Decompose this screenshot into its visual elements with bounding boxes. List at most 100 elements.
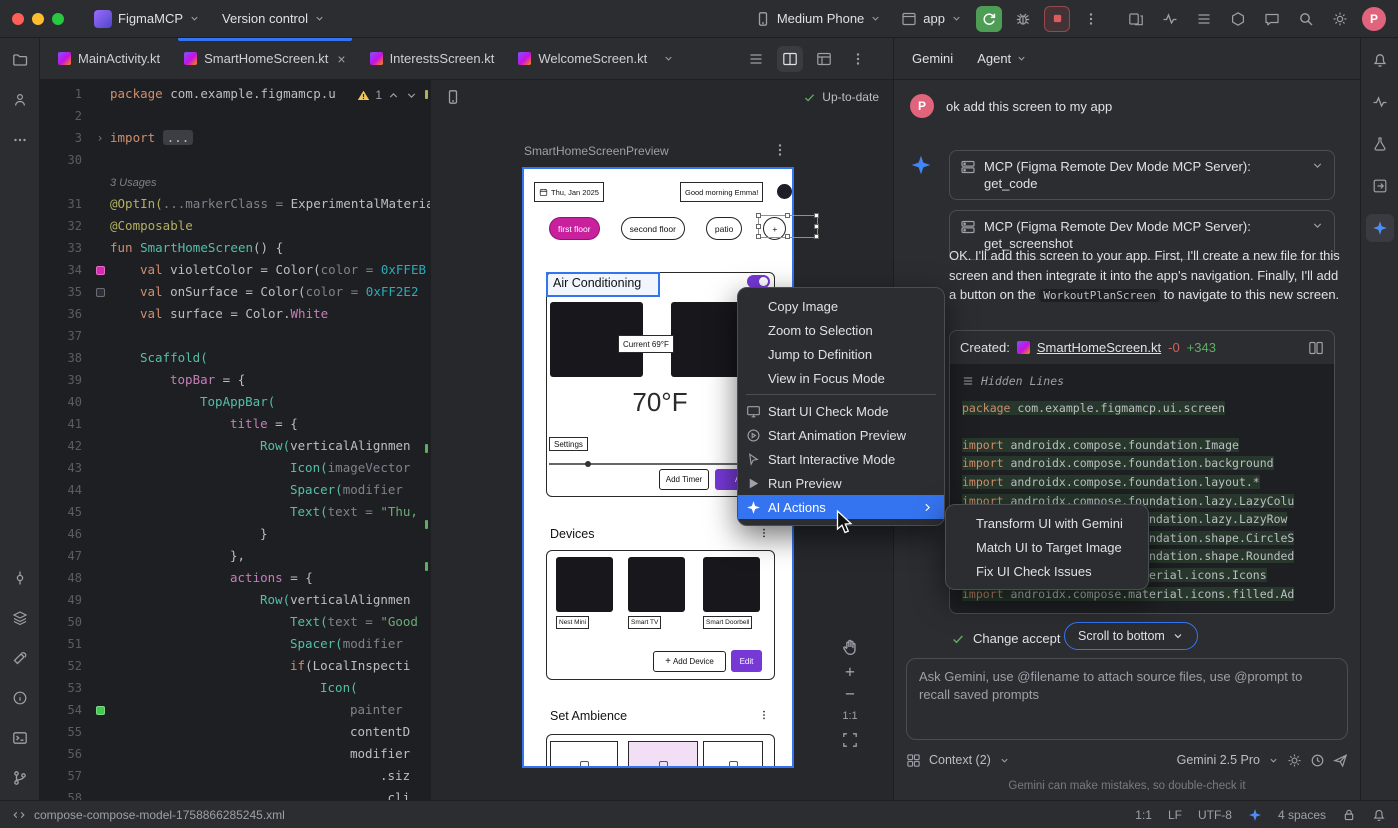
model-selector[interactable]: Gemini 2.5 Pro: [1177, 753, 1260, 767]
more-run-actions-button[interactable]: [1078, 6, 1104, 32]
status-file-path[interactable]: compose-compose-model-1758866285245.xml: [34, 808, 285, 822]
zoom-out-button[interactable]: −: [845, 688, 855, 700]
menu-item-view-in-focus-mode[interactable]: View in Focus Mode: [738, 366, 944, 390]
zoom-level[interactable]: 1:1: [842, 710, 857, 722]
gemini-status-icon[interactable]: [1248, 808, 1262, 822]
run-configuration-selector[interactable]: app: [895, 5, 968, 33]
devices-menu-icon[interactable]: [758, 527, 770, 539]
selection-handles[interactable]: [758, 215, 818, 238]
running-devices-button[interactable]: [1190, 5, 1218, 33]
close-window-button[interactable]: [12, 13, 24, 25]
add-timer-button[interactable]: Add Timer: [659, 469, 709, 490]
resource-manager-button[interactable]: [6, 86, 34, 114]
tab-gemini[interactable]: Gemini: [912, 51, 953, 66]
resize-handle[interactable]: [814, 213, 819, 218]
submenu-item-transform-ui-with-gemini[interactable]: Transform UI with Gemini: [946, 511, 1148, 535]
menu-item-jump-to-definition[interactable]: Jump to Definition: [738, 342, 944, 366]
resize-handle[interactable]: [814, 224, 819, 229]
hidden-lines-row[interactable]: Hidden Lines: [962, 372, 1322, 391]
split-view-button[interactable]: [777, 46, 803, 72]
code-view-button[interactable]: [743, 46, 769, 72]
resize-handle[interactable]: [756, 213, 761, 218]
menu-item-zoom-to-selection[interactable]: Zoom to Selection: [738, 318, 944, 342]
status-item-1-1[interactable]: 1:1: [1135, 808, 1152, 822]
history-icon[interactable]: [1310, 753, 1325, 768]
notifications-button[interactable]: [1366, 46, 1394, 74]
build-button[interactable]: [6, 644, 34, 672]
tool-call-card[interactable]: MCP (Figma Remote Dev Mode MCP Server): …: [949, 150, 1335, 200]
more-tools-button[interactable]: [6, 126, 34, 154]
created-file-link[interactable]: SmartHomeScreen.kt: [1037, 340, 1161, 355]
debug-button[interactable]: [1010, 6, 1036, 32]
plugins-button[interactable]: [1224, 5, 1252, 33]
menu-item-copy-image[interactable]: Copy Image: [738, 294, 944, 318]
vcs-widget[interactable]: Version control: [216, 5, 331, 33]
hidden-tabs-icon[interactable]: [663, 53, 674, 64]
gemini-button[interactable]: [1366, 214, 1394, 242]
problems-button[interactable]: [6, 684, 34, 712]
floor-tab-second-floor[interactable]: second floor: [621, 217, 685, 240]
indent-setting[interactable]: 4 spaces: [1278, 808, 1326, 822]
code-editor[interactable]: 1package com.example.figmamcp.u23›import…: [40, 80, 430, 800]
floor-tab-first-floor[interactable]: first floor: [549, 217, 600, 240]
ambience-menu-icon[interactable]: [758, 709, 770, 721]
next-issue-icon[interactable]: [405, 89, 418, 102]
color-preview-swatch[interactable]: [96, 706, 105, 715]
version-control-button[interactable]: [6, 764, 34, 792]
tab-agent[interactable]: Agent: [977, 51, 1027, 66]
zoom-in-button[interactable]: +: [845, 666, 855, 678]
notifications-icon[interactable]: [1372, 808, 1386, 822]
add-device-button[interactable]: +Add Device: [653, 651, 726, 672]
context-chip[interactable]: Context (2): [929, 753, 991, 767]
run-button[interactable]: [976, 6, 1002, 32]
scroll-to-bottom-button[interactable]: Scroll to bottom: [1064, 622, 1198, 650]
pan-tool-icon[interactable]: [841, 638, 859, 656]
zoom-window-button[interactable]: [52, 13, 64, 25]
color-preview-swatch[interactable]: [96, 288, 105, 297]
menu-item-start-animation-preview[interactable]: Start Animation Preview: [738, 423, 944, 447]
floor-tab-patio[interactable]: patio: [706, 217, 742, 240]
device-mirror-button[interactable]: [1122, 5, 1150, 33]
chat-settings-icon[interactable]: [1287, 753, 1302, 768]
device-selector[interactable]: Medium Phone: [749, 5, 887, 33]
zoom-to-fit-icon[interactable]: [842, 732, 858, 748]
menu-item-start-ui-check-mode[interactable]: Start UI Check Mode: [738, 399, 944, 423]
app-insights-button[interactable]: [1366, 130, 1394, 158]
close-tab-icon[interactable]: ×: [337, 52, 345, 66]
open-diff-icon[interactable]: [1308, 340, 1324, 356]
submenu-item-fix-ui-check-issues[interactable]: Fix UI Check Issues: [946, 559, 1148, 583]
profiler-button[interactable]: [1156, 5, 1184, 33]
terminal-button[interactable]: [6, 724, 34, 752]
resize-handle[interactable]: [785, 234, 790, 239]
send-icon[interactable]: [1333, 753, 1348, 768]
resize-handle[interactable]: [785, 213, 790, 218]
search-button[interactable]: [1292, 5, 1320, 33]
editor-tab-mainactivity-kt[interactable]: MainActivity.kt: [46, 38, 172, 79]
menu-item-run-preview[interactable]: Run Preview: [738, 471, 944, 495]
editor-tab-interestsscreen-kt[interactable]: InterestsScreen.kt: [358, 38, 507, 79]
minimize-window-button[interactable]: [32, 13, 44, 25]
user-avatar[interactable]: P: [1362, 7, 1386, 31]
resize-handle[interactable]: [756, 234, 761, 239]
preview-menu-icon[interactable]: [772, 142, 788, 158]
context-icon[interactable]: [906, 753, 921, 768]
prev-issue-icon[interactable]: [387, 89, 400, 102]
commit-button[interactable]: [6, 564, 34, 592]
editor-tab-welcomescreen-kt[interactable]: WelcomeScreen.kt: [506, 38, 659, 79]
settings-button[interactable]: [1326, 5, 1354, 33]
project-folder-button[interactable]: [6, 46, 34, 74]
resize-handle[interactable]: [814, 234, 819, 239]
stop-button[interactable]: [1044, 6, 1070, 32]
status-item-lf[interactable]: LF: [1168, 808, 1182, 822]
edit-button[interactable]: Edit: [731, 650, 762, 672]
profiler-button[interactable]: [1366, 88, 1394, 116]
fold-region-icon[interactable]: ›: [96, 127, 103, 149]
design-view-button[interactable]: [811, 46, 837, 72]
menu-item-start-interactive-mode[interactable]: Start Interactive Mode: [738, 447, 944, 471]
resize-handle[interactable]: [756, 224, 761, 229]
editor-tab-smarthomescreen-kt[interactable]: SmartHomeScreen.kt×: [172, 38, 357, 79]
submenu-item-match-ui-to-target-image[interactable]: Match UI to Target Image: [946, 535, 1148, 559]
inspection-widget[interactable]: 1: [351, 86, 424, 104]
slider-thumb[interactable]: [585, 461, 591, 467]
chat-input[interactable]: Ask Gemini, use @filename to attach sour…: [906, 658, 1348, 740]
